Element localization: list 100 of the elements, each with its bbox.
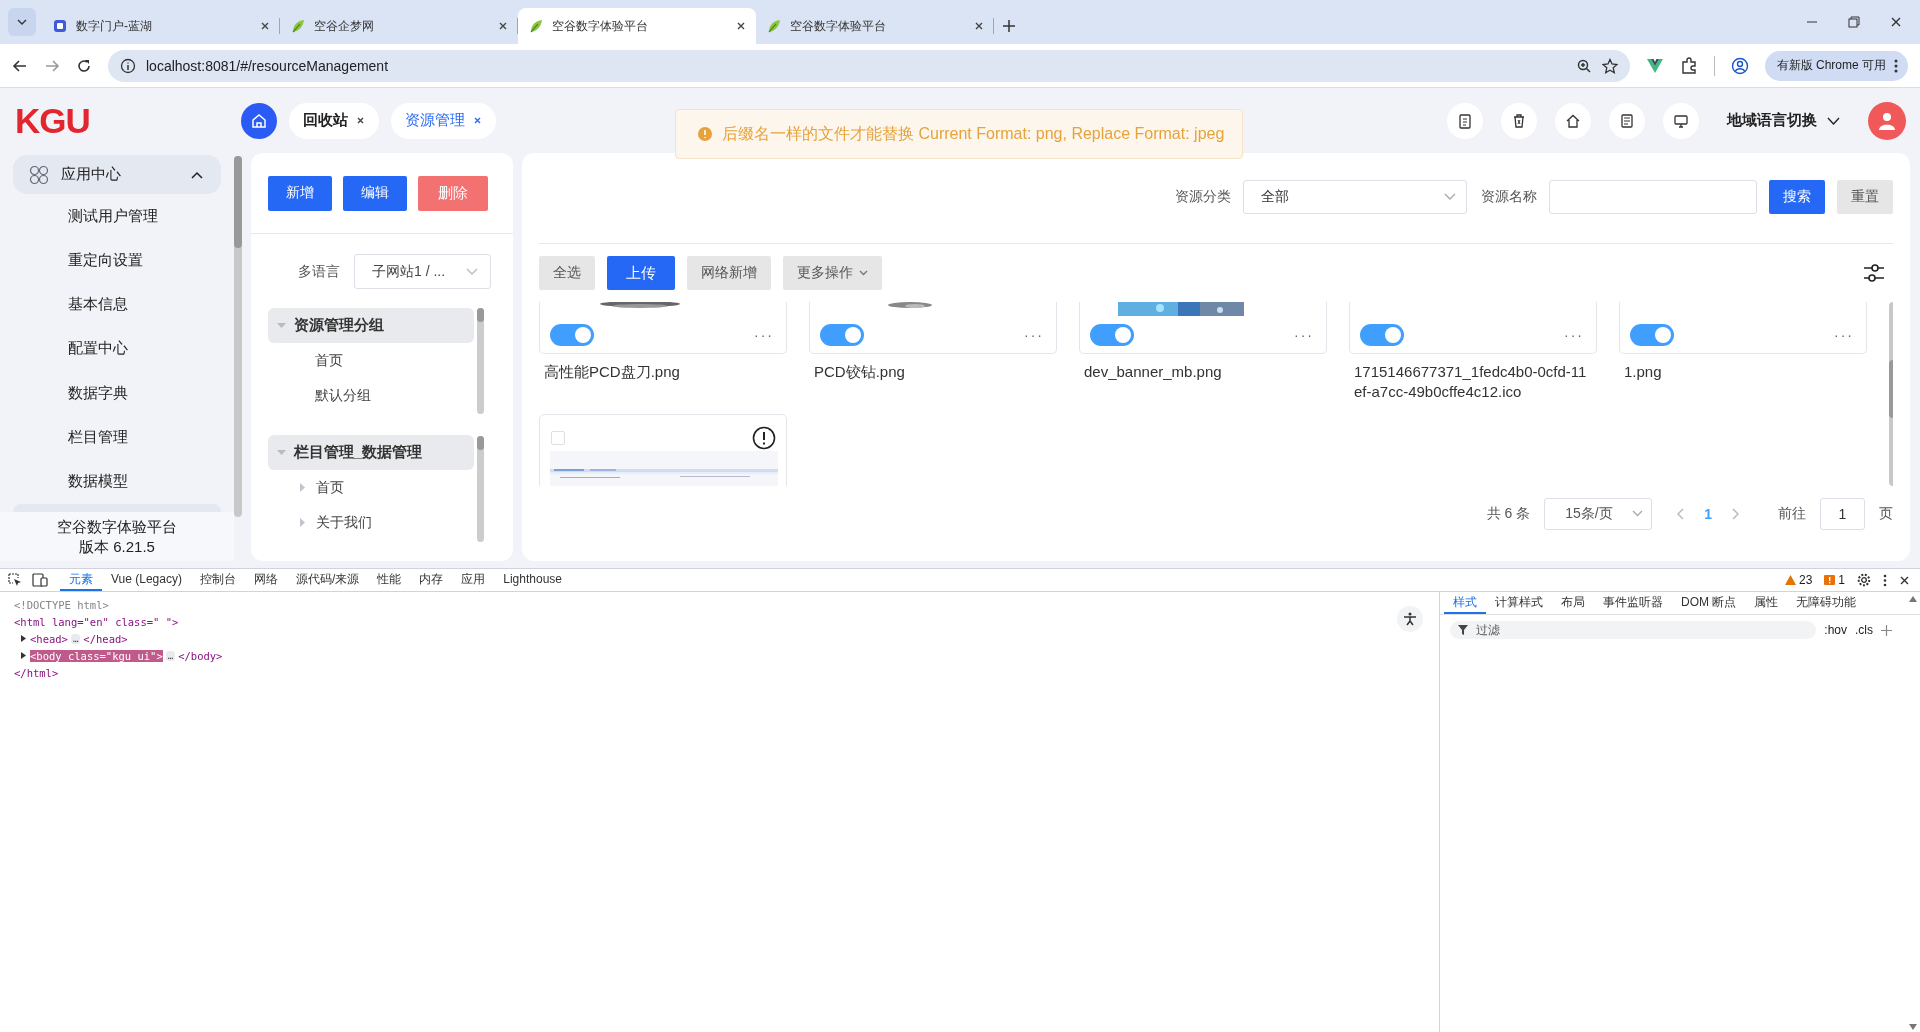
toggle-switch[interactable]: [1090, 323, 1134, 346]
puzzle-icon[interactable]: [1679, 56, 1698, 75]
category-select[interactable]: 全部: [1243, 180, 1467, 214]
document-button[interactable]: [1609, 102, 1645, 139]
info-icon[interactable]: [120, 57, 136, 74]
toggle-switch[interactable]: [1360, 323, 1404, 346]
styles-tab[interactable]: 布局: [1552, 592, 1594, 614]
resource-card[interactable]: ···: [1079, 302, 1327, 354]
avatar[interactable]: [1868, 101, 1906, 140]
more-menu-button[interactable]: ···: [754, 326, 774, 343]
tree-node[interactable]: 首页: [316, 478, 344, 497]
devtools-tab[interactable]: Vue (Legacy): [102, 569, 191, 591]
tree-node[interactable]: 默认分组: [315, 386, 371, 405]
devtools-tab[interactable]: 元素: [60, 569, 102, 591]
resource-card[interactable]: ···: [1619, 302, 1867, 354]
devtools-tab[interactable]: 网络: [244, 569, 287, 591]
device-icon[interactable]: [32, 573, 48, 587]
trash-button[interactable]: [1501, 102, 1537, 139]
monitor-button[interactable]: [1663, 102, 1699, 139]
nav-item[interactable]: 测试用户管理: [68, 206, 158, 226]
accessibility-button[interactable]: [1397, 606, 1423, 632]
styles-tab[interactable]: 事件监听器: [1594, 592, 1672, 614]
search-button[interactable]: 搜索: [1769, 180, 1825, 214]
v-logo-icon[interactable]: [1645, 57, 1664, 74]
warning-count[interactable]: 23: [1784, 573, 1813, 587]
nav-group[interactable]: 应用中心: [13, 155, 221, 194]
tree-node[interactable]: 首页: [315, 351, 343, 370]
kebab-icon[interactable]: [1894, 58, 1898, 73]
scroll-down-icon[interactable]: [1909, 1024, 1917, 1030]
more-menu-button[interactable]: ···: [1564, 326, 1584, 343]
styles-tab[interactable]: DOM 断点: [1672, 592, 1746, 614]
nav-item[interactable]: 配置中心: [68, 339, 128, 359]
star-icon[interactable]: [1601, 57, 1618, 74]
page-size-select[interactable]: 15条/页: [1544, 497, 1653, 530]
action-button[interactable]: 编辑: [343, 175, 407, 211]
resource-card[interactable]: ···: [539, 302, 787, 354]
checkbox[interactable]: [551, 431, 565, 445]
tree-group[interactable]: 栏目管理_数据管理: [268, 435, 474, 470]
address-bar[interactable]: localhost:8081/#/resourceManagement: [108, 49, 1630, 82]
cls-button[interactable]: .cls: [1855, 623, 1873, 637]
kebab-icon[interactable]: [1883, 573, 1887, 587]
scrollbar[interactable]: [477, 308, 484, 414]
clipboard-button[interactable]: [1447, 102, 1483, 139]
more-menu-button[interactable]: ···: [1834, 326, 1854, 343]
toggle-switch[interactable]: [550, 323, 594, 346]
nav-item[interactable]: 基本信息: [68, 295, 128, 315]
toggle-switch[interactable]: [820, 323, 864, 346]
scrollbar[interactable]: [477, 436, 484, 542]
tree-node[interactable]: 关于我们: [316, 513, 372, 532]
upload-button[interactable]: 上传: [607, 256, 675, 290]
browser-tab[interactable]: 空谷企梦网: [280, 8, 518, 44]
dom-tag[interactable]: <body class="kgu_ui">: [30, 649, 163, 662]
home-button[interactable]: [241, 102, 277, 139]
collapsed-content-button[interactable]: …: [70, 633, 81, 644]
zoom-icon[interactable]: [1575, 57, 1592, 74]
update-button[interactable]: 有新版 Chrome 可用: [1764, 50, 1908, 81]
styles-tab[interactable]: 无障碍功能: [1787, 592, 1866, 614]
hov-button[interactable]: :hov: [1824, 623, 1847, 637]
sliders-icon[interactable]: [1863, 262, 1885, 284]
more-menu-button[interactable]: ···: [1294, 326, 1314, 343]
filter-field[interactable]: 过滤: [1450, 621, 1817, 639]
reset-button[interactable]: 重置: [1837, 180, 1893, 214]
browser-tab[interactable]: 数字门户-蓝湖: [42, 8, 280, 44]
styles-tab[interactable]: 计算样式: [1486, 592, 1552, 614]
devtools-tab[interactable]: 性能: [368, 569, 411, 591]
language-select[interactable]: 子网站1 / ...: [354, 254, 491, 289]
close-icon[interactable]: [1890, 16, 1902, 28]
toolbar-button[interactable]: 网络新增: [687, 256, 771, 290]
resource-card[interactable]: ···: [1349, 302, 1597, 354]
toolbar-button[interactable]: 全选: [539, 256, 595, 290]
scrollbar[interactable]: [234, 156, 242, 517]
nav-item[interactable]: 数据模型: [68, 472, 128, 492]
tree-group[interactable]: 资源管理分组: [268, 308, 474, 343]
devtools-tab[interactable]: 应用: [452, 569, 495, 591]
caret-right-icon[interactable]: [20, 652, 27, 659]
forward-icon[interactable]: [44, 57, 60, 74]
page-tab[interactable]: 回收站: [289, 102, 379, 139]
close-icon[interactable]: [974, 21, 984, 31]
close-icon[interactable]: [260, 21, 270, 31]
nav-item[interactable]: 数据字典: [68, 383, 128, 403]
devtools-tab[interactable]: 源代码/来源: [286, 569, 369, 591]
reload-icon[interactable]: [76, 57, 92, 74]
nav-item[interactable]: 重定向设置: [68, 250, 143, 270]
close-icon[interactable]: [356, 116, 365, 125]
language-switch[interactable]: 地域语言切换: [1727, 111, 1840, 130]
inspect-icon[interactable]: [8, 573, 22, 587]
browser-tab[interactable]: 空谷数字体验平台: [518, 8, 756, 44]
collapsed-content-button[interactable]: …: [165, 650, 176, 661]
name-input-field[interactable]: [1549, 180, 1757, 214]
more-menu-button[interactable]: ···: [1024, 326, 1044, 343]
dom-tag[interactable]: <head>: [30, 632, 68, 645]
devtools-tab[interactable]: Lighthouse: [494, 569, 571, 591]
new-tab-icon[interactable]: [1002, 19, 1016, 33]
page-tab[interactable]: 资源管理: [391, 102, 496, 139]
back-icon[interactable]: [12, 57, 28, 74]
restore-icon[interactable]: [1848, 16, 1860, 28]
error-count[interactable]: 1: [1824, 573, 1845, 587]
add-icon[interactable]: [1881, 624, 1892, 636]
nav-item[interactable]: 栏目管理: [68, 428, 128, 448]
caret-right-icon[interactable]: [20, 635, 27, 642]
